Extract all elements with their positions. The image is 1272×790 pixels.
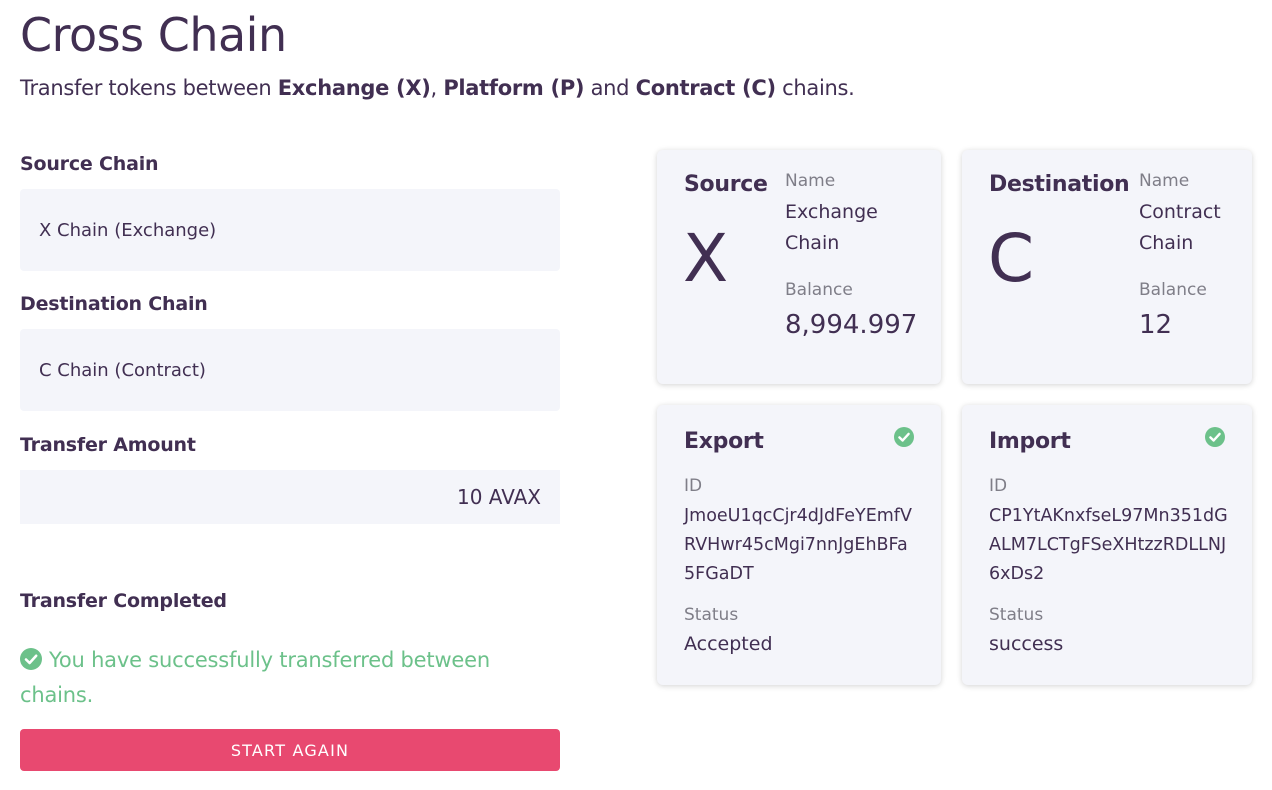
check-circle-icon — [20, 648, 42, 670]
import-status-label: Status — [989, 605, 1044, 625]
destination-balance-value: 12 — [1139, 310, 1173, 340]
export-id-label: ID — [684, 476, 703, 496]
chain-p-label: Platform (P) — [443, 76, 585, 100]
cross-chain-page: Cross Chain Transfer tokens between Exch… — [0, 0, 1272, 790]
import-id-value: CP1YtAKnxfseL97Mn351dGALM7LCTgFSeXHtzzRD… — [989, 506, 1228, 584]
transfer-amount-label: Transfer Amount — [20, 434, 196, 456]
transfer-completed-title: Transfer Completed — [20, 590, 227, 612]
check-circle-icon — [1205, 427, 1225, 447]
destination-name-value: Contract Chain — [1139, 201, 1221, 254]
destination-chain-letter: C — [988, 220, 1035, 297]
start-again-button[interactable]: START AGAIN — [20, 729, 560, 771]
subtitle-separator: and — [584, 76, 636, 100]
source-name-value: Exchange Chain — [785, 201, 878, 254]
success-message-text: You have successfully transferred betwee… — [20, 648, 490, 707]
import-id-label: ID — [989, 476, 1008, 496]
import-card: Import ID CP1YtAKnxfseL97Mn351dGALM7LCTg… — [962, 405, 1252, 685]
destination-chain-label: Destination Chain — [20, 293, 208, 315]
subtitle-suffix: chains. — [775, 76, 855, 100]
export-id-value: JmoeU1qcCjr4dJdFeYEmfVRVHwr45cMgi7nnJgEh… — [684, 506, 912, 584]
page-title: Cross Chain — [20, 8, 287, 62]
transfer-amount-input[interactable]: 10 AVAX — [20, 470, 560, 524]
source-chain-label: Source Chain — [20, 153, 159, 175]
success-message: You have successfully transferred betwee… — [20, 643, 560, 713]
source-balance-value: 8,994.997 — [785, 310, 918, 340]
source-chain-letter: X — [683, 220, 729, 297]
export-status-label: Status — [684, 605, 739, 625]
source-card: Source X Name Exchange Chain Balance 8,9… — [657, 150, 941, 384]
export-status-value: Accepted — [684, 633, 773, 655]
import-status-value: success — [989, 633, 1064, 655]
source-balance-label: Balance — [785, 280, 853, 300]
import-card-title: Import — [989, 429, 1071, 454]
subtitle-prefix: Transfer tokens between — [20, 76, 278, 100]
chain-c-label: Contract (C) — [635, 76, 776, 100]
subtitle-separator: , — [430, 76, 444, 100]
destination-chain-select[interactable]: C Chain (Contract) — [20, 329, 560, 411]
destination-card-title: Destination — [989, 172, 1130, 197]
destination-name-label: Name — [1139, 171, 1190, 191]
export-card: Export ID JmoeU1qcCjr4dJdFeYEmfVRVHwr45c… — [657, 405, 941, 685]
page-subtitle: Transfer tokens between Exchange (X), Pl… — [20, 76, 855, 100]
check-circle-icon — [894, 427, 914, 447]
source-name-label: Name — [785, 171, 836, 191]
destination-balance-label: Balance — [1139, 280, 1207, 300]
destination-card: Destination C Name Contract Chain Balanc… — [962, 150, 1252, 384]
source-card-title: Source — [684, 172, 768, 197]
export-card-title: Export — [684, 429, 764, 454]
chain-x-label: Exchange (X) — [277, 76, 431, 100]
source-chain-select[interactable]: X Chain (Exchange) — [20, 189, 560, 271]
